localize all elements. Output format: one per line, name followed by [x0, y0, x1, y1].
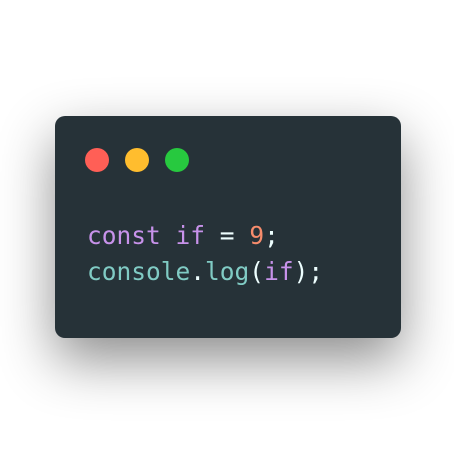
code-token: const	[87, 221, 161, 250]
code-line-1: const if = 9;	[87, 218, 323, 254]
code-token: (	[249, 257, 265, 286]
zoom-dot-icon	[165, 148, 189, 172]
code-token: =	[205, 221, 250, 250]
code-token: 9	[249, 221, 265, 250]
code-block: const if = 9; console.log(if);	[87, 218, 323, 290]
close-dot-icon	[85, 148, 109, 172]
code-token: );	[293, 257, 324, 286]
code-token: if	[175, 221, 206, 250]
code-line-2: console.log(if);	[87, 254, 323, 290]
code-window: const if = 9; console.log(if);	[55, 116, 401, 338]
minimize-dot-icon	[125, 148, 149, 172]
code-token: .	[190, 257, 206, 286]
code-token: if	[264, 257, 294, 286]
code-token: console	[87, 257, 191, 286]
code-token: ;	[264, 221, 279, 250]
code-token: log	[205, 257, 250, 286]
